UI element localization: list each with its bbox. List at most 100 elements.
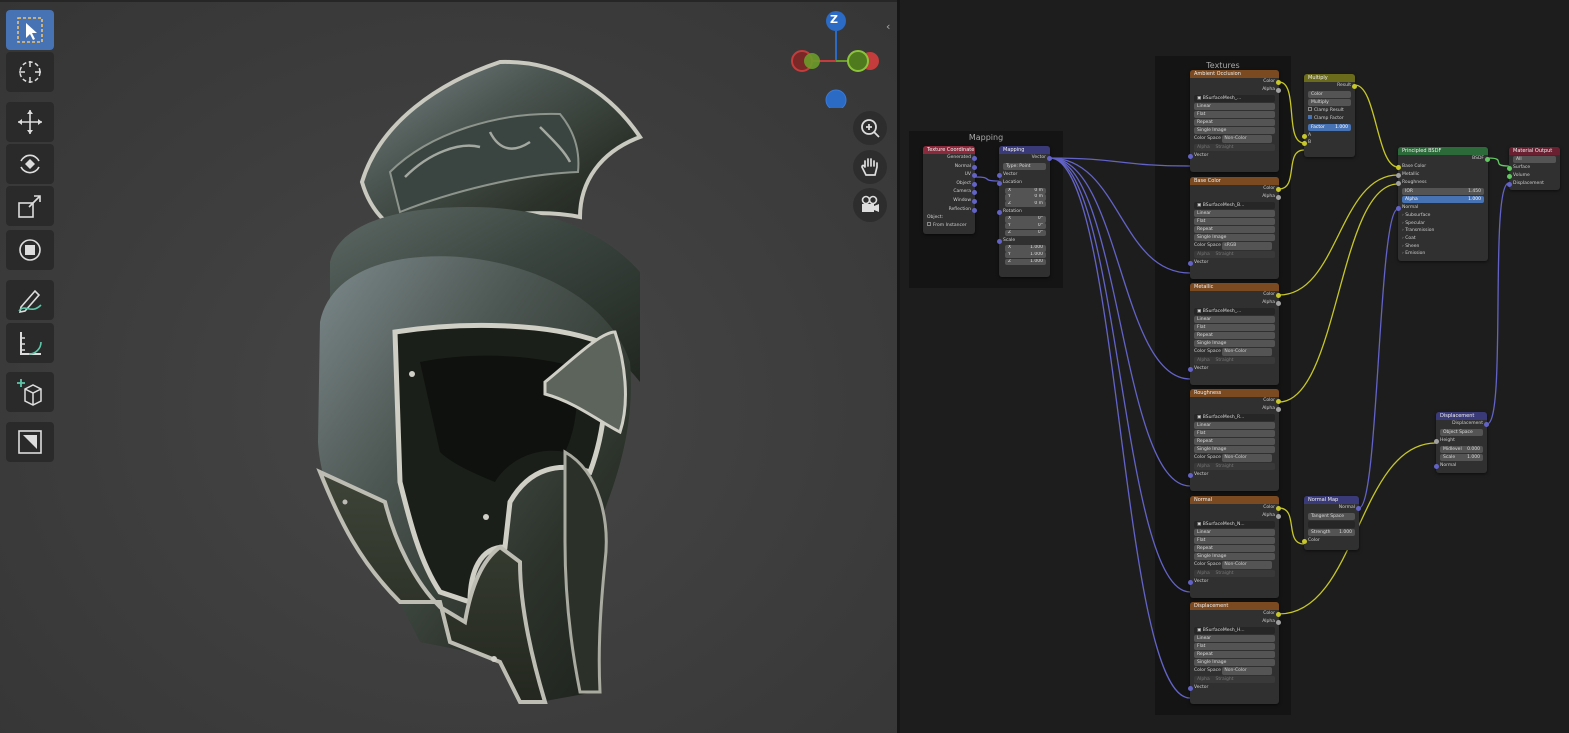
tex-image-select[interactable]: ▣ BSurfaceMesh_... — [1194, 308, 1275, 315]
node-image-texture-displacement[interactable]: Displacement Color Alpha ▣ BSurfaceMesh_H..… — [1188, 602, 1281, 704]
tex-projection-select[interactable]: Flat — [1194, 111, 1275, 118]
node-image-texture-ambient-occlusion[interactable]: Ambient Occlusion Color Alpha ▣ BSurfaceMes… — [1188, 70, 1281, 172]
mapping-rot-field[interactable]: Y 0° — [1005, 223, 1046, 230]
mapping-loc-field[interactable]: Z0 m — [1005, 201, 1046, 208]
mapping-type-select[interactable]: Type: Point — [1003, 163, 1046, 170]
transform-tool[interactable] — [6, 230, 54, 270]
multiply-mode1-select[interactable]: Color — [1308, 91, 1351, 98]
scale-tool[interactable] — [6, 186, 54, 226]
tex-alpha-select[interactable]: Alpha Straight — [1194, 463, 1275, 470]
tex-image-select[interactable]: ▣ BSurfaceMesh_N... — [1194, 521, 1275, 528]
tex-interpolation-select[interactable]: Linear — [1194, 422, 1275, 429]
tex-extension-select[interactable]: Repeat — [1194, 545, 1275, 552]
tex-interpolation-select[interactable]: Linear — [1194, 210, 1275, 217]
camera-view-button[interactable] — [853, 188, 887, 222]
clamp-result-checkbox[interactable] — [1308, 107, 1312, 111]
tex-image-select[interactable]: ▣ BSurfaceMesh_B... — [1194, 202, 1275, 209]
node-image-texture-roughness[interactable]: Roughness Color Alpha ▣ BSurfaceMesh_R... Li… — [1188, 389, 1281, 491]
mapping-scl-field[interactable]: Z 1.000 — [1005, 258, 1046, 266]
tex-extension-select[interactable]: Repeat — [1194, 332, 1275, 339]
add-cube-tool[interactable] — [6, 372, 54, 412]
node-image-texture-metallic[interactable]: Metallic Color Alpha ▣ BSurfaceMesh_... Line… — [1188, 283, 1281, 385]
tex-extension-select[interactable]: Repeat — [1194, 438, 1275, 445]
normal-map-uv-field[interactable] — [1308, 521, 1355, 528]
annotate-tool[interactable] — [6, 280, 54, 320]
node-normal-map[interactable]: Normal Map Normal Tangent Space Strength… — [1302, 496, 1361, 550]
bsdf-panel-transmission[interactable]: › Transmission — [1398, 227, 1488, 235]
multiply-mode2-select[interactable]: Multiply — [1308, 99, 1351, 106]
output-target-select[interactable]: All — [1513, 156, 1556, 163]
tex-interpolation-select[interactable]: Linear — [1194, 529, 1275, 536]
node-material-output[interactable]: Material Output All Surface Volume Displ… — [1507, 147, 1560, 190]
bsdf-alpha-field[interactable]: Alpha 1.000 — [1402, 196, 1484, 203]
tex-image-select[interactable]: ▣ BSurfaceMesh_R... — [1194, 414, 1275, 421]
tex-colorspace-row[interactable]: Color Space sRGB — [1190, 242, 1279, 250]
mapping-rot-field[interactable]: Z 0° — [1005, 229, 1046, 237]
move-tool[interactable] — [6, 102, 54, 142]
mapping-loc-field[interactable]: X0 m — [1005, 187, 1046, 194]
bsdf-ior-field[interactable]: IOR 1.450 — [1402, 188, 1484, 195]
normal-map-strength-field[interactable]: Strength 1.000 — [1308, 529, 1355, 536]
select-box-tool[interactable] — [6, 10, 54, 50]
tex-alpha-select[interactable]: Alpha Straight — [1194, 144, 1275, 151]
tex-interpolation-select[interactable]: Linear — [1194, 103, 1275, 110]
tex-source-select[interactable]: Single Image — [1194, 659, 1275, 666]
node-image-texture-normal[interactable]: Normal Color Alpha ▣ BSurfaceMesh_N... Linea… — [1188, 496, 1281, 598]
node-displacement[interactable]: Displacement Displacement Object Space H… — [1434, 412, 1489, 473]
node-image-texture-base-color[interactable]: Base Color Color Alpha ▣ BSurfaceMesh_B... L… — [1188, 177, 1281, 279]
tex-extension-select[interactable]: Repeat — [1194, 119, 1275, 126]
tex-projection-select[interactable]: Flat — [1194, 324, 1275, 331]
displacement-midlevel-field[interactable]: Midlevel 0.000 — [1440, 446, 1483, 453]
displacement-scale-field[interactable]: Scale 1.000 — [1440, 454, 1483, 461]
tex-alpha-select[interactable]: Alpha Straight — [1194, 357, 1275, 364]
tex-colorspace-row[interactable]: Color Space Non-Color — [1190, 135, 1279, 143]
tex-interpolation-select[interactable]: Linear — [1194, 635, 1275, 642]
tex-alpha-select[interactable]: Alpha Straight — [1194, 570, 1275, 577]
tex-source-select[interactable]: Single Image — [1194, 553, 1275, 560]
bsdf-panel-subsurface[interactable]: › Subsurface — [1398, 212, 1488, 220]
tex-projection-select[interactable]: Flat — [1194, 643, 1275, 650]
measure-tool[interactable] — [6, 323, 54, 363]
tex-projection-select[interactable]: Flat — [1194, 537, 1275, 544]
dissolve-tool[interactable] — [6, 422, 54, 462]
tex-projection-select[interactable]: Flat — [1194, 218, 1275, 225]
tex-extension-select[interactable]: Repeat — [1194, 226, 1275, 233]
tex-colorspace-row[interactable]: Color Space Non-Color — [1190, 454, 1279, 462]
tex-alpha-select[interactable]: Alpha Straight — [1194, 251, 1275, 258]
mapping-rot-field[interactable]: X 0° — [1005, 216, 1046, 223]
rotate-tool[interactable] — [6, 144, 54, 184]
from-instancer-checkbox[interactable] — [927, 222, 931, 227]
tex-interpolation-select[interactable]: Linear — [1194, 316, 1275, 323]
shader-node-editor[interactable]: Mapping Textures Texture Coordinate Gene… — [900, 0, 1569, 733]
tex-image-select[interactable]: ▣ BSurfaceMesh_H... — [1194, 627, 1275, 634]
bsdf-panel-coat[interactable]: › Coat — [1398, 235, 1488, 243]
sidebar-toggle-icon[interactable]: ‹ — [886, 20, 890, 33]
bsdf-panel-emission[interactable]: › Emission — [1398, 250, 1488, 258]
tex-source-select[interactable]: Single Image — [1194, 446, 1275, 453]
tex-source-select[interactable]: Single Image — [1194, 234, 1275, 241]
tex-projection-select[interactable]: Flat — [1194, 430, 1275, 437]
3d-viewport[interactable]: Z ‹ — [0, 0, 897, 733]
node-mapping[interactable]: Mapping Vector Type: Point Vector Locati… — [997, 146, 1052, 277]
normal-map-space-select[interactable]: Tangent Space — [1308, 513, 1355, 520]
tex-source-select[interactable]: Single Image — [1194, 127, 1275, 134]
node-texture-coordinate[interactable]: Texture Coordinate Generated Normal UV Obje… — [923, 146, 977, 234]
clamp-factor-checkbox[interactable] — [1308, 115, 1312, 119]
zoom-button[interactable] — [853, 111, 887, 145]
tex-colorspace-row[interactable]: Color Space Non-Color — [1190, 348, 1279, 356]
cursor-tool[interactable] — [6, 52, 54, 92]
tex-image-select[interactable]: ▣ BSurfaceMesh_... — [1194, 95, 1275, 102]
mapping-scl-field[interactable]: Y 1.000 — [1005, 252, 1046, 259]
node-multiply[interactable]: Multiply Result Color Multiply Clamp Res… — [1302, 74, 1357, 157]
displacement-space-select[interactable]: Object Space — [1440, 429, 1483, 436]
tex-alpha-select[interactable]: Alpha Straight — [1194, 676, 1275, 683]
multiply-factor-field[interactable]: Factor 1.000 — [1308, 124, 1351, 131]
tex-colorspace-row[interactable]: Color Space Non-Color — [1190, 561, 1279, 569]
tex-source-select[interactable]: Single Image — [1194, 340, 1275, 347]
mapping-loc-field[interactable]: Y0 m — [1005, 194, 1046, 201]
node-principled-bsdf[interactable]: Principled BSDF BSDF Base Color Metallic… — [1396, 147, 1490, 261]
pan-button[interactable] — [853, 150, 887, 184]
mapping-scl-field[interactable]: X 1.000 — [1005, 245, 1046, 252]
tex-extension-select[interactable]: Repeat — [1194, 651, 1275, 658]
tex-colorspace-row[interactable]: Color Space Non-Color — [1190, 667, 1279, 675]
